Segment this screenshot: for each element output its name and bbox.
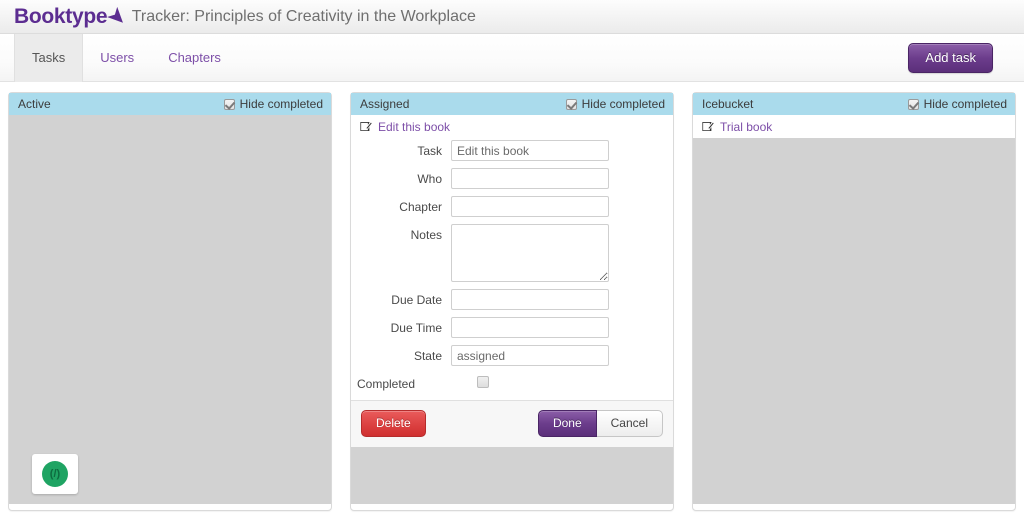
label-notes: Notes <box>410 228 442 242</box>
task-item-trial-book[interactable]: Trial book <box>693 115 1015 138</box>
sync-status-icon[interactable]: (/) <box>42 461 68 487</box>
form-actions: Delete Done Cancel <box>351 400 673 447</box>
label-chapter: Chapter <box>399 200 442 214</box>
input-due-time[interactable] <box>451 317 609 338</box>
column-icebucket: Icebucket Hide completed Trial book <box>692 92 1016 511</box>
column-assigned-title: Assigned <box>360 97 410 111</box>
hide-completed-checkbox-active[interactable] <box>223 98 235 110</box>
tab-chapters[interactable]: Chapters <box>151 34 238 82</box>
checkbox-completed[interactable] <box>477 376 489 388</box>
tab-tasks[interactable]: Tasks <box>14 33 84 82</box>
hide-completed-checkbox-assigned[interactable] <box>565 98 577 110</box>
tab-users[interactable]: Users <box>83 34 151 82</box>
label-task: Task <box>417 144 442 158</box>
booktype-logo[interactable]: Booktype➤ <box>14 3 131 31</box>
label-completed: Completed <box>357 377 416 391</box>
column-assigned: Assigned Hide completed Edit this book T… <box>350 92 674 511</box>
column-active: Active Hide completed (/) <box>8 92 332 511</box>
task-edit-form: Task Who Chapter Notes Due Date Due Time <box>351 138 673 447</box>
column-active-header: Active Hide completed <box>9 93 331 115</box>
task-board: Active Hide completed (/) Assigned Hide … <box>0 82 1024 511</box>
tab-list: Tasks Users Chapters <box>14 33 238 82</box>
status-badge-card[interactable]: (/) <box>32 454 78 494</box>
tab-chapters-label: Chapters <box>168 50 221 65</box>
add-task-button[interactable]: Add task <box>908 42 993 73</box>
arrow-chevron-icon: ➤ <box>103 3 131 31</box>
form-row-chapter: Chapter <box>351 196 673 217</box>
input-task[interactable] <box>451 140 609 161</box>
label-due-date: Due Date <box>391 293 442 307</box>
column-active-title: Active <box>18 97 51 111</box>
hide-completed-checkbox-icebucket[interactable] <box>907 98 919 110</box>
app-header: Booktype➤ Tracker: Principles of Creativ… <box>0 0 1024 34</box>
form-row-due-time: Due Time <box>351 317 673 338</box>
hide-completed-label-icebucket: Hide completed <box>923 97 1007 111</box>
hide-completed-icebucket[interactable]: Hide completed <box>907 97 1007 111</box>
form-row-state: State <box>351 345 673 366</box>
input-notes[interactable] <box>451 224 609 282</box>
delete-button[interactable]: Delete <box>361 410 426 437</box>
edit-icon <box>360 122 372 132</box>
tab-tasks-label: Tasks <box>32 50 66 65</box>
logo-text: Booktype <box>14 5 108 28</box>
label-who: Who <box>417 172 442 186</box>
column-icebucket-title: Icebucket <box>702 97 754 111</box>
cancel-button[interactable]: Cancel <box>596 410 663 437</box>
label-state: State <box>413 349 442 363</box>
column-icebucket-dropzone[interactable] <box>693 138 1015 504</box>
input-chapter[interactable] <box>451 196 609 217</box>
column-active-dropzone[interactable]: (/) <box>9 115 331 504</box>
hide-completed-assigned[interactable]: Hide completed <box>565 97 665 111</box>
form-row-due-date: Due Date <box>351 289 673 310</box>
task-item-edit-this-book[interactable]: Edit this book <box>351 115 673 138</box>
column-assigned-header: Assigned Hide completed <box>351 93 673 115</box>
form-row-completed: Completed <box>351 373 673 391</box>
form-row-who: Who <box>351 168 673 189</box>
input-state[interactable] <box>451 345 609 366</box>
page-title: Tracker: Principles of Creativity in the… <box>131 7 476 25</box>
hide-completed-active[interactable]: Hide completed <box>223 97 323 111</box>
task-link-trial-book[interactable]: Trial book <box>720 120 772 134</box>
hide-completed-label-assigned: Hide completed <box>581 97 665 111</box>
edit-icon <box>702 122 714 132</box>
done-cancel-button-group: Done Cancel <box>537 410 663 437</box>
done-button[interactable]: Done <box>537 410 597 437</box>
tabbar: Tasks Users Chapters Add task <box>0 33 1024 82</box>
input-due-date[interactable] <box>451 289 609 310</box>
column-assigned-dropzone[interactable] <box>351 447 673 504</box>
column-icebucket-header: Icebucket Hide completed <box>693 93 1015 115</box>
form-row-notes: Notes <box>351 224 673 282</box>
task-link-edit-this-book[interactable]: Edit this book <box>378 120 450 134</box>
label-due-time: Due Time <box>390 321 442 335</box>
form-row-task: Task <box>351 140 673 161</box>
input-who[interactable] <box>451 168 609 189</box>
tab-users-label: Users <box>100 50 135 65</box>
hide-completed-label-active: Hide completed <box>239 97 323 111</box>
